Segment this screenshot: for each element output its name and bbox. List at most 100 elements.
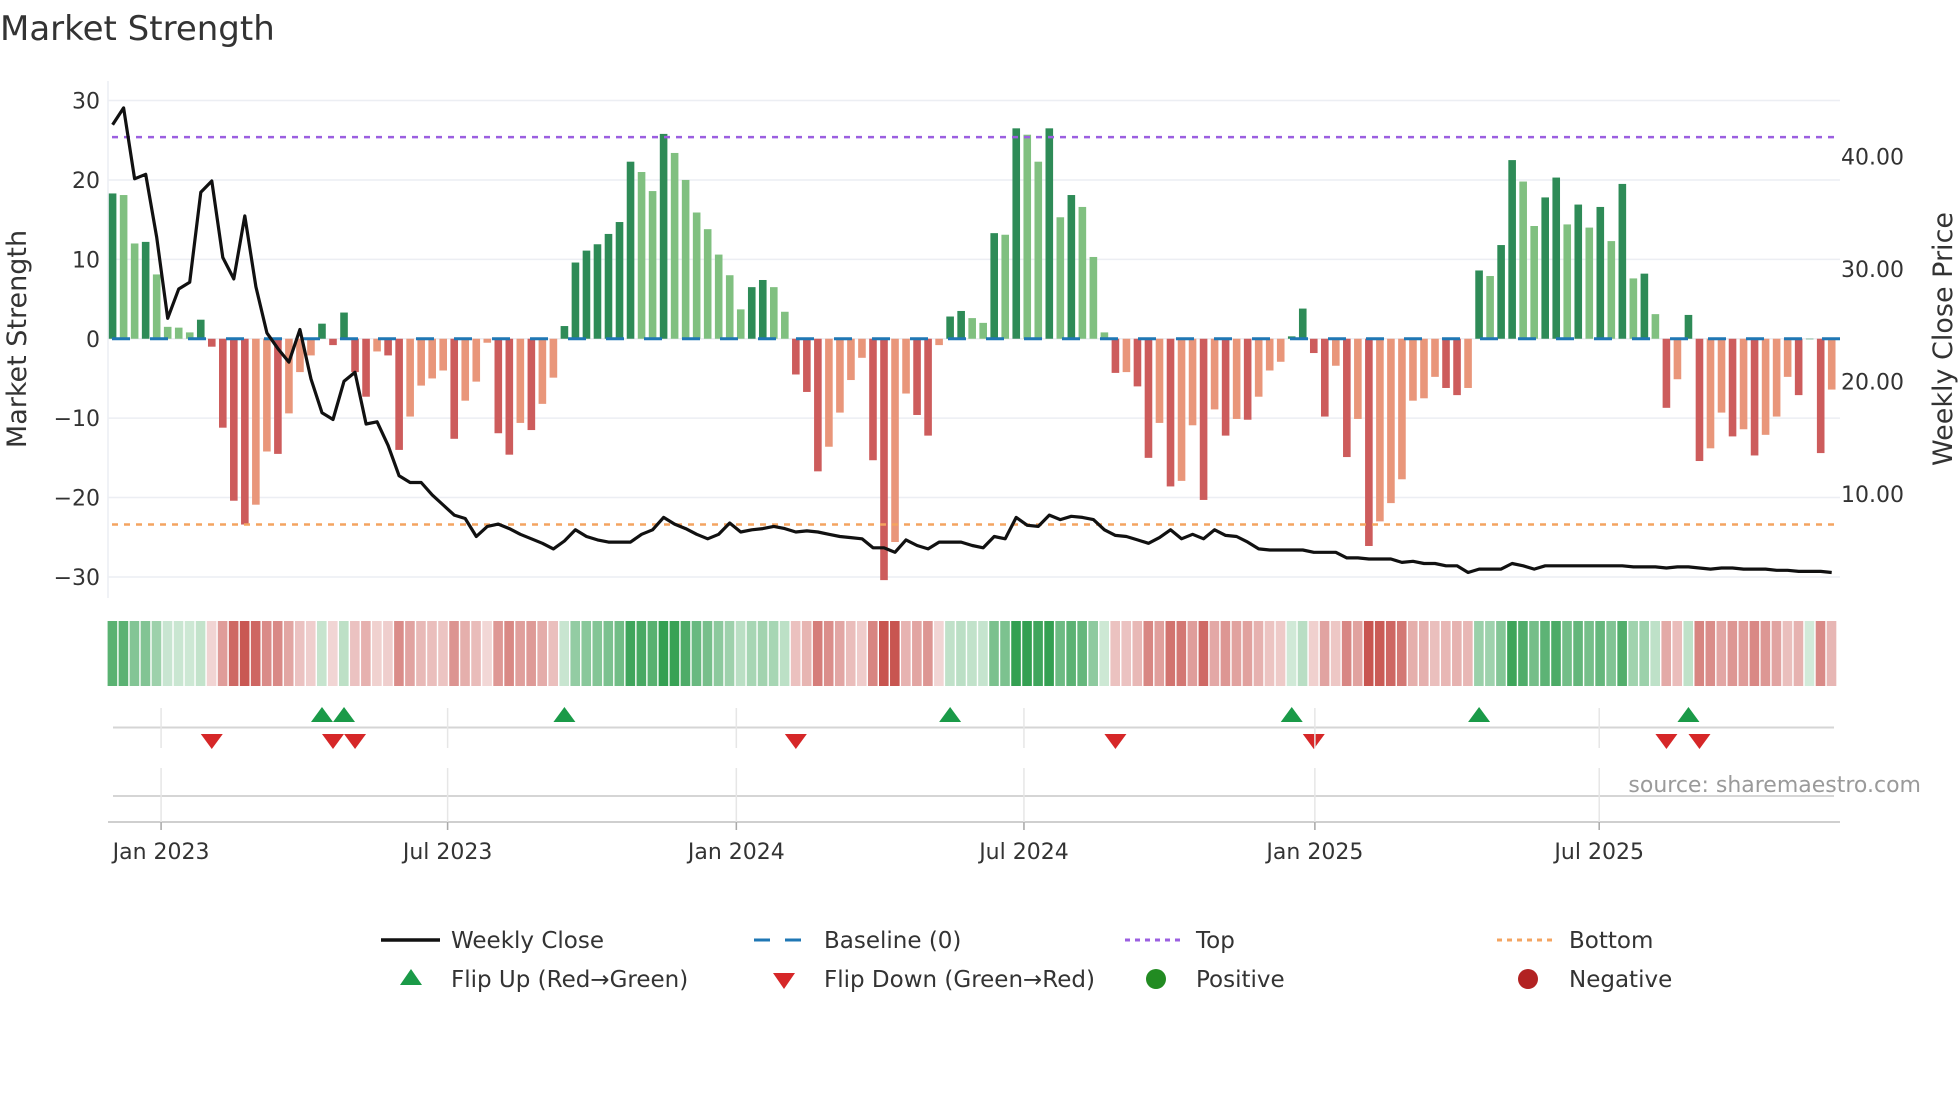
heat-cell (779, 621, 790, 686)
heat-cell (702, 621, 713, 686)
strength-bar (858, 338, 866, 358)
strength-bar (604, 233, 613, 339)
heat-strip (107, 621, 1837, 686)
flip-up-marker (310, 707, 333, 722)
strength-bar (1155, 338, 1164, 423)
strength-bar (1618, 183, 1627, 339)
heat-cell (515, 621, 525, 686)
strength-bar (274, 338, 282, 454)
heat-cell (339, 621, 349, 686)
strength-bar (1365, 338, 1373, 546)
left-axis-ticks: 30 20 10 0 −10 −20 −30 (54, 90, 100, 591)
strength-bar (1750, 338, 1759, 456)
y-tick-label: −30 (54, 566, 100, 591)
heat-cell (559, 621, 570, 686)
heat-cell (1286, 621, 1297, 686)
heat-cell (1275, 621, 1286, 686)
heat-cell (1352, 621, 1363, 686)
heat-cell (1452, 621, 1462, 686)
heat-cell (1231, 621, 1242, 686)
positive-dot-icon (1146, 969, 1166, 989)
heat-cell (934, 621, 944, 686)
strength-bar (1387, 338, 1395, 504)
heat-cell (1055, 621, 1065, 686)
flip-down-marker (322, 734, 344, 749)
strength-bar (1453, 338, 1461, 396)
heat-cell (812, 621, 823, 686)
strength-bar (439, 338, 447, 371)
strength-bar (1728, 338, 1737, 437)
strength-bar (130, 243, 139, 339)
heat-cell (1463, 621, 1473, 686)
strength-bar (1265, 338, 1274, 371)
flip-up-icon (400, 969, 422, 985)
strength-bar (1232, 338, 1241, 419)
strength-bar (1563, 224, 1572, 339)
heat-cell (890, 621, 900, 686)
heat-cell (1385, 621, 1396, 686)
heat-cell (912, 621, 922, 686)
strength-bar (219, 338, 227, 428)
strength-bar (329, 338, 337, 346)
x-tick-label: Jan 2024 (686, 840, 785, 865)
strength-bar (1706, 338, 1715, 449)
strength-bar (1695, 338, 1704, 462)
heat-cell (1441, 621, 1451, 686)
chart-title: Market Strength (0, 9, 275, 49)
x-tick-label: Jan 2025 (1264, 840, 1363, 865)
heat-cell (746, 621, 757, 686)
heat-cell (1639, 621, 1649, 686)
heat-cell (1121, 621, 1132, 686)
heat-cell (471, 621, 481, 686)
strength-bar (207, 338, 216, 347)
strength-bar (450, 338, 459, 439)
heat-cell (691, 621, 702, 686)
heat-cell (1705, 621, 1716, 686)
strength-bar (692, 212, 701, 339)
heat-cell (162, 621, 173, 686)
heat-cell (1826, 621, 1837, 686)
heat-cell (1198, 621, 1209, 686)
strength-bar (318, 323, 326, 339)
heat-cell (350, 621, 360, 686)
heat-cell (1738, 621, 1749, 686)
strength-bar (1805, 338, 1814, 340)
strength-bar (1376, 338, 1384, 522)
heat-cell (592, 621, 603, 686)
legend-positive: Positive (1196, 967, 1285, 993)
heat-cell (1396, 621, 1407, 686)
heat-cell (294, 621, 305, 686)
flip-up-marker (333, 707, 356, 722)
strength-bar (659, 133, 668, 339)
strength-bar (1464, 338, 1472, 388)
heat-cell (1694, 621, 1705, 686)
heat-cell (1529, 621, 1539, 686)
heat-cell (1297, 621, 1308, 686)
strength-bar (626, 161, 635, 339)
heat-cell (537, 621, 547, 686)
strength-bar (1144, 338, 1153, 458)
heat-cell (1584, 621, 1594, 686)
heat-cell (680, 621, 691, 686)
strength-bar (549, 338, 558, 378)
heat-cell (305, 621, 316, 686)
strength-bar (174, 327, 183, 339)
strength-bar (1199, 338, 1208, 500)
heat-cell (118, 621, 129, 686)
heat-cell (239, 621, 250, 686)
strength-bar (781, 311, 789, 339)
strength-bar (847, 338, 855, 381)
strength-bar (1001, 234, 1010, 339)
strength-bar (714, 254, 723, 339)
strength-bar (979, 322, 987, 339)
strength-bar (1210, 338, 1219, 410)
heat-cell (438, 621, 448, 686)
strength-bar (1221, 338, 1230, 436)
strength-bar (1442, 338, 1450, 388)
heat-cell (1496, 621, 1506, 686)
heat-cell (1782, 621, 1793, 686)
heat-cell (1551, 621, 1561, 686)
strength-bar (913, 338, 921, 415)
heat-cell (1143, 621, 1154, 686)
strength-bar (1607, 241, 1616, 339)
